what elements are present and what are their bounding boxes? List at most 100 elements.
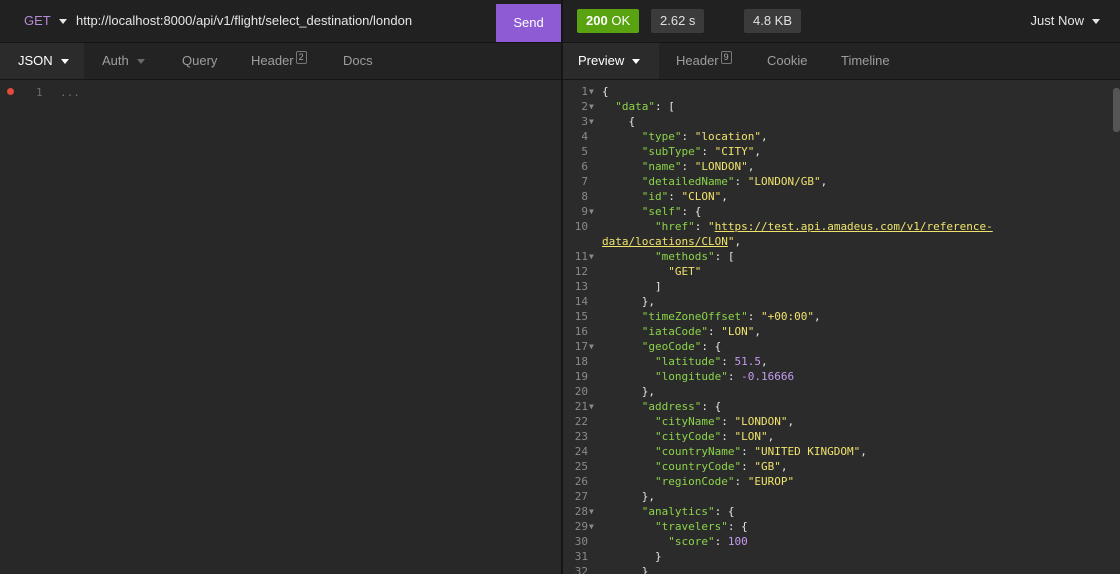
caret-down-icon xyxy=(1092,19,1100,25)
fold-arrow-icon[interactable]: ▼ xyxy=(589,114,594,129)
url-input[interactable]: http://localhost:8000/api/v1/flight/sele… xyxy=(76,0,486,42)
fold-arrow-icon[interactable]: ▼ xyxy=(589,504,594,519)
line-number: 27 xyxy=(574,490,588,503)
code-line: "detailedName": "LONDON/GB", xyxy=(602,174,827,189)
request-body-editor[interactable]: 1 ... xyxy=(0,80,561,574)
scrollbar-thumb[interactable] xyxy=(1113,88,1120,132)
json-token: : xyxy=(734,475,748,488)
line-number: 18 xyxy=(574,355,588,368)
scrollbar-track[interactable] xyxy=(1112,80,1120,574)
json-token: "analytics" xyxy=(641,505,715,518)
tab-header[interactable]: Header 2 xyxy=(251,43,307,79)
fold-arrow-icon[interactable]: ▼ xyxy=(589,99,594,114)
json-token: "LON" xyxy=(721,325,755,338)
json-token: : xyxy=(681,160,695,173)
tab-cookie[interactable]: Cookie xyxy=(767,43,807,79)
json-token: }, xyxy=(602,295,655,308)
caret-down-icon xyxy=(136,59,145,65)
line-number: 12 xyxy=(574,265,588,278)
json-token: : xyxy=(721,430,735,443)
tab-docs[interactable]: Docs xyxy=(343,43,373,79)
json-link[interactable]: data/locations/CLON xyxy=(602,235,728,248)
line-number: 29 xyxy=(574,520,588,533)
json-link[interactable]: https://test.api.amadeus.com/v1/referenc… xyxy=(715,220,993,233)
fold-arrow-icon[interactable]: ▼ xyxy=(589,399,594,414)
status-badge: 200 OK xyxy=(577,9,640,33)
tab-header-label: Header xyxy=(251,53,294,68)
history-dropdown[interactable]: Just Now xyxy=(1031,0,1100,42)
tab-query-label: Query xyxy=(182,53,218,68)
json-token: "subType" xyxy=(641,145,702,158)
code-line: "iataCode": "LON", xyxy=(602,324,761,339)
json-token: : xyxy=(734,175,748,188)
json-token: : { xyxy=(701,400,722,413)
tab-response-header[interactable]: Header 9 xyxy=(676,43,732,79)
response-viewer[interactable]: 1 ▼ 2 ▼ 3 ▼ 4 5 6 7 8 9 ▼ 10 11 ▼ 12 13 14 15 16 17 ▼ 18 19 20 21 ▼… xyxy=(563,80,1120,574)
line-number: 28 xyxy=(574,505,588,518)
line-number: 1 xyxy=(581,85,588,98)
send-button[interactable]: Send xyxy=(496,4,561,42)
status-text: OK xyxy=(611,13,631,28)
json-token: "detailedName" xyxy=(641,175,735,188)
fold-arrow-icon[interactable]: ▼ xyxy=(589,519,594,534)
json-token: : xyxy=(741,445,755,458)
line-number: 5 xyxy=(581,145,588,158)
code-line: "longitude": -0.16666 xyxy=(602,369,794,384)
json-token: } xyxy=(602,550,662,563)
json-token: "self" xyxy=(641,205,682,218)
fold-arrow-icon[interactable]: ▼ xyxy=(589,249,594,264)
code-line: "GET" xyxy=(602,264,701,279)
json-token: "longitude" xyxy=(654,370,728,383)
code-line: "timeZoneOffset": "+00:00", xyxy=(602,309,821,324)
fold-arrow-icon[interactable]: ▼ xyxy=(589,204,594,219)
json-token: "address" xyxy=(641,400,702,413)
method-select[interactable]: GET xyxy=(24,0,67,42)
caret-down-icon xyxy=(632,59,641,65)
json-token: "latitude" xyxy=(654,355,722,368)
line-number: 1 xyxy=(36,86,43,99)
line-number: 31 xyxy=(574,550,588,563)
tab-query[interactable]: Query xyxy=(182,43,217,79)
json-token: , xyxy=(813,310,821,323)
code-line: "travelers": { xyxy=(602,519,748,534)
tab-preview[interactable]: Preview xyxy=(563,43,659,79)
code-line: "countryCode": "GB", xyxy=(602,459,787,474)
response-header-count-badge: 9 xyxy=(720,51,732,64)
json-token: "location" xyxy=(694,130,761,143)
json-token: , xyxy=(860,445,867,458)
tab-timeline[interactable]: Timeline xyxy=(841,43,890,79)
json-token: : xyxy=(721,415,735,428)
code-line: } xyxy=(602,564,649,574)
tab-timeline-label: Timeline xyxy=(841,53,890,68)
tab-json[interactable]: JSON xyxy=(0,43,84,79)
code-line: data/locations/CLON", xyxy=(602,234,741,249)
line-number: 10 xyxy=(574,220,588,233)
json-token: "data" xyxy=(615,100,655,113)
json-token: "EUROP" xyxy=(747,475,795,488)
code-line: { xyxy=(602,84,609,99)
json-token: , xyxy=(780,460,788,473)
json-token: : { xyxy=(727,520,748,533)
code-line: "href": "https://test.api.amadeus.com/v1… xyxy=(602,219,993,234)
json-token: , xyxy=(734,235,742,248)
fold-arrow-icon[interactable]: ▼ xyxy=(589,339,594,354)
tab-response-header-label: Header xyxy=(676,53,719,68)
json-token: : [ xyxy=(714,250,735,263)
code-line: ] xyxy=(602,279,662,294)
code-line: "countryName": "UNITED KINGDOM", xyxy=(602,444,867,459)
tab-auth[interactable]: Auth xyxy=(102,43,145,79)
fold-arrow-icon[interactable]: ▼ xyxy=(589,84,594,99)
code-line: "name": "LONDON", xyxy=(602,159,755,174)
json-token: " xyxy=(707,220,715,233)
